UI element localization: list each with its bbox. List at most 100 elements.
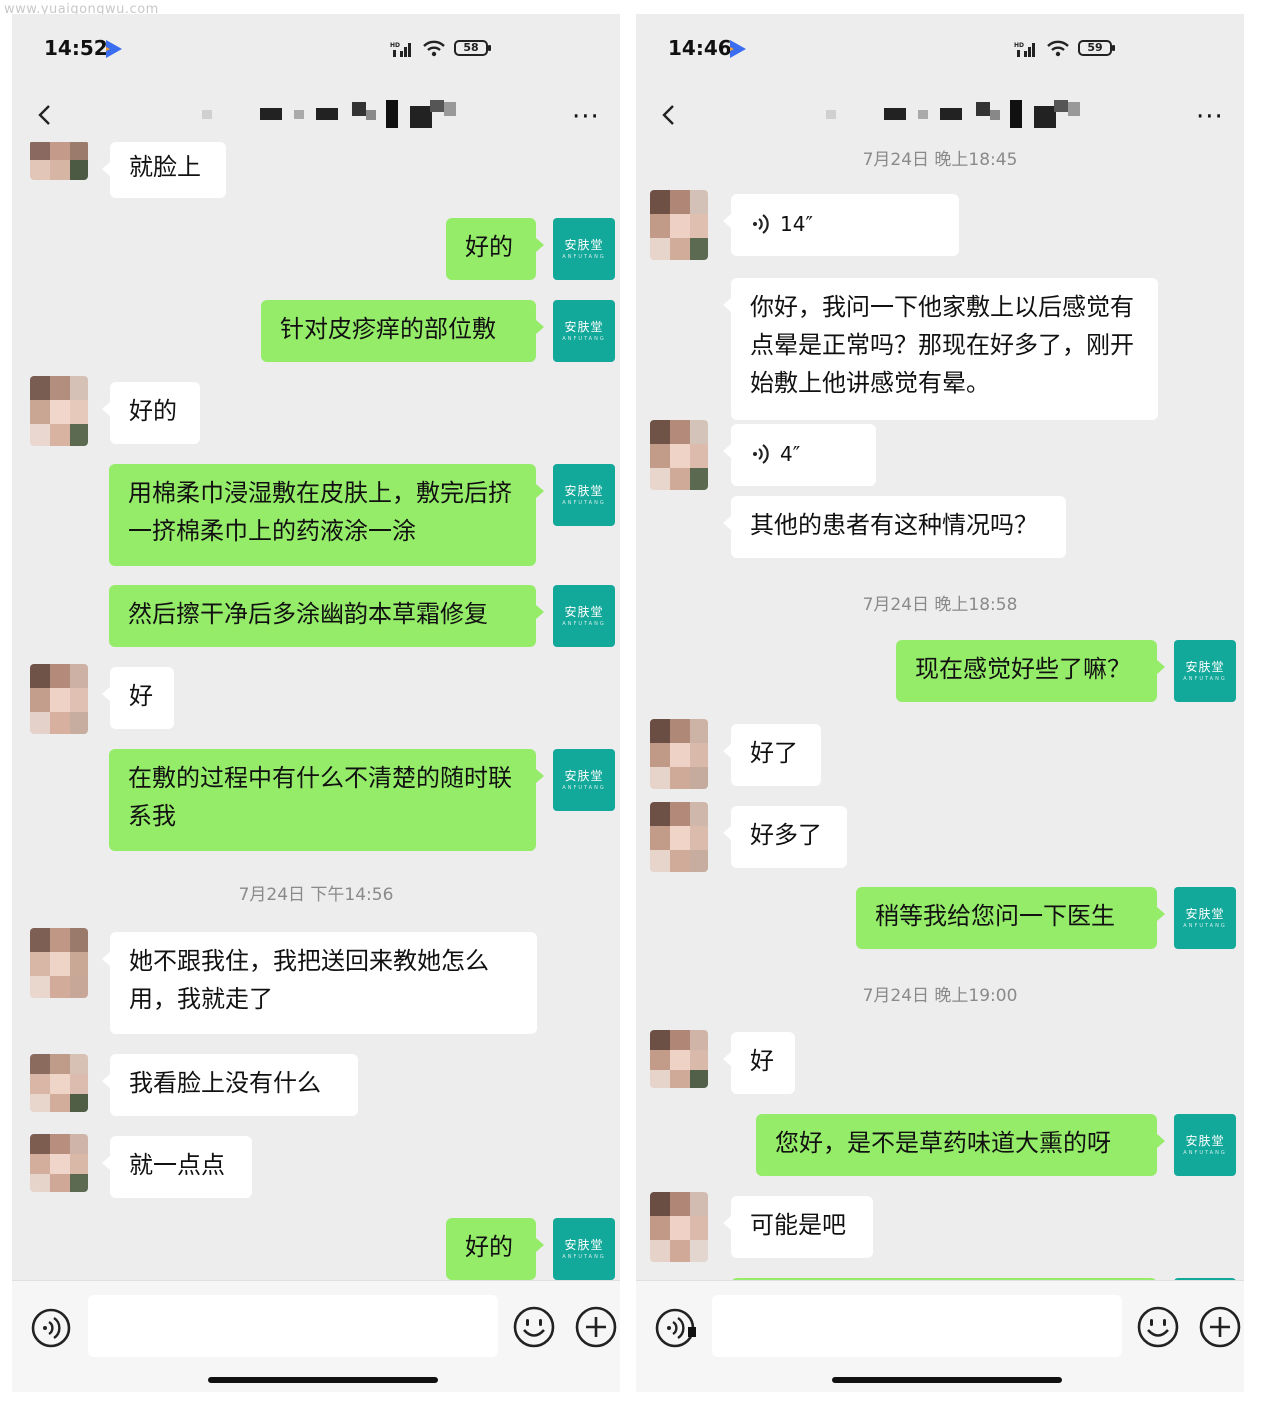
brand-logo-subtext: ANFUTANG xyxy=(1183,1150,1227,1156)
brand-logo-text: 安肤堂 xyxy=(564,320,604,334)
battery-icon: 58 xyxy=(454,40,491,56)
signal-icon: HD xyxy=(390,42,411,57)
voice-play-icon xyxy=(753,214,769,234)
input-bar xyxy=(12,1280,620,1392)
message-bubble-outgoing[interactable]: 现在感觉好些了嘛？ xyxy=(896,640,1165,702)
status-time: 14:52 xyxy=(44,36,108,60)
voice-message-bubble[interactable]: 4″ xyxy=(723,424,876,486)
contact-avatar[interactable] xyxy=(30,928,88,998)
brand-avatar[interactable]: 安肤堂 ANFUTANG xyxy=(1174,1114,1236,1176)
home-indicator[interactable] xyxy=(832,1377,1062,1383)
video-app-icon xyxy=(106,40,122,58)
message-bubble-outgoing[interactable]: 好的 xyxy=(446,1218,544,1280)
contact-avatar[interactable] xyxy=(30,1054,88,1112)
home-indicator[interactable] xyxy=(208,1377,438,1383)
message-bubble-outgoing[interactable]: 用棉柔巾浸湿敷在皮肤上，敷完后挤一挤棉柔巾上的药液涂一涂 xyxy=(109,464,544,566)
brand-avatar[interactable]: 安肤堂 ANFUTANG xyxy=(553,585,615,647)
voice-duration: 14″ xyxy=(780,212,813,236)
contact-avatar[interactable] xyxy=(650,802,708,872)
message-bubble-outgoing[interactable]: 然后擦干净后多涂幽韵本草霜修复 xyxy=(109,585,544,647)
brand-logo-subtext: ANFUTANG xyxy=(562,621,606,627)
message-bubble-incoming[interactable]: 我看脸上没有什么 xyxy=(102,1054,358,1116)
brand-logo-subtext: ANFUTANG xyxy=(1183,676,1227,682)
brand-logo-subtext: ANFUTANG xyxy=(562,1254,606,1260)
more-options-icon[interactable]: ··· xyxy=(572,104,600,130)
network-type-label: HD xyxy=(390,42,400,49)
emoji-icon[interactable] xyxy=(1136,1305,1180,1349)
brand-avatar[interactable]: 安肤堂 ANFUTANG xyxy=(1174,640,1236,702)
emoji-icon[interactable] xyxy=(512,1305,556,1349)
plus-icon[interactable] xyxy=(1198,1305,1242,1349)
message-input[interactable] xyxy=(712,1295,1122,1357)
message-bubble-incoming[interactable]: 好了 xyxy=(723,724,821,786)
back-icon[interactable] xyxy=(34,104,56,126)
message-bubble-incoming[interactable]: 好 xyxy=(723,1032,795,1094)
brand-logo-subtext: ANFUTANG xyxy=(562,500,606,506)
contact-avatar[interactable] xyxy=(30,376,88,446)
input-bar xyxy=(636,1280,1244,1392)
message-bubble-outgoing[interactable]: 好的 xyxy=(446,218,544,280)
voice-message-bubble[interactable]: 14″ xyxy=(723,194,959,256)
video-app-icon xyxy=(730,40,746,58)
contact-avatar[interactable] xyxy=(30,664,88,734)
brand-logo-text: 安肤堂 xyxy=(564,605,604,619)
more-options-icon[interactable]: ··· xyxy=(1196,104,1224,130)
timestamp: 7月24日 晚上19:00 xyxy=(862,986,1018,1006)
contact-avatar[interactable] xyxy=(30,142,88,180)
brand-logo-text: 安肤堂 xyxy=(564,1238,604,1252)
wifi-icon xyxy=(423,40,445,57)
voice-duration: 4″ xyxy=(780,442,801,466)
message-list: 7月24日 晚上18:45 14″ 你好，我问一下他家敷上以后感觉有点晕是正常吗… xyxy=(636,142,1244,1280)
message-bubble-incoming[interactable]: 就一点点 xyxy=(102,1136,252,1198)
brand-logo-text: 安肤堂 xyxy=(1185,1134,1225,1148)
voice-input-icon[interactable] xyxy=(654,1307,696,1349)
contact-avatar[interactable] xyxy=(650,1030,708,1088)
contact-avatar[interactable] xyxy=(650,1192,708,1262)
chat-screen-left: 14:52 HD 58 ··· 就脸上 好的 安肤堂 ANFUTANG 针对皮疹… xyxy=(12,14,620,1392)
network-type-label: HD xyxy=(1014,42,1024,49)
contact-avatar[interactable] xyxy=(650,719,708,789)
brand-avatar[interactable]: 安肤堂 ANFUTANG xyxy=(553,218,615,280)
plus-icon[interactable] xyxy=(574,1305,618,1349)
message-bubble-incoming[interactable]: 好多了 xyxy=(723,806,847,868)
status-bar: 14:46 HD 59 xyxy=(636,14,1244,86)
chat-header: ··· xyxy=(636,86,1244,142)
voice-input-icon[interactable] xyxy=(30,1307,72,1349)
message-bubble-incoming[interactable]: 好 xyxy=(102,667,174,729)
message-bubble-incoming[interactable]: 其他的患者有这种情况吗？ xyxy=(723,496,1066,558)
brand-logo-subtext: ANFUTANG xyxy=(1183,923,1227,929)
contact-avatar[interactable] xyxy=(650,420,708,490)
contact-avatar[interactable] xyxy=(650,190,708,260)
message-bubble-incoming[interactable]: 她不跟我住，我把送回来教她怎么用，我就走了 xyxy=(102,932,537,1034)
brand-avatar[interactable]: 安肤堂 ANFUTANG xyxy=(553,464,615,526)
brand-logo-text: 安肤堂 xyxy=(1185,907,1225,921)
message-bubble-outgoing[interactable]: 针对皮疹痒的部位敷 xyxy=(261,300,544,362)
message-bubble-outgoing[interactable]: 您好，是不是草药味道大熏的呀 xyxy=(756,1114,1165,1176)
message-input[interactable] xyxy=(88,1295,498,1357)
back-icon[interactable] xyxy=(658,104,680,126)
timestamp: 7月24日 晚上18:45 xyxy=(862,150,1018,170)
status-bar: 14:52 HD 58 xyxy=(12,14,620,86)
message-bubble-incoming[interactable]: 就脸上 xyxy=(102,142,226,198)
message-bubble-outgoing[interactable]: 在敷的过程中有什么不清楚的随时联系我 xyxy=(109,749,544,851)
signal-icon: HD xyxy=(1014,42,1035,57)
timestamp: 7月24日 下午14:56 xyxy=(238,885,394,905)
battery-icon: 59 xyxy=(1078,40,1115,56)
message-bubble-outgoing[interactable]: 稍等我给您问一下医生 xyxy=(856,887,1165,949)
brand-avatar[interactable]: 安肤堂 ANFUTANG xyxy=(553,300,615,362)
brand-avatar[interactable]: 安肤堂 ANFUTANG xyxy=(553,749,615,811)
chat-header: ··· xyxy=(12,86,620,142)
brand-avatar[interactable]: 安肤堂 ANFUTANG xyxy=(1174,887,1236,949)
brand-avatar[interactable]: 安肤堂 ANFUTANG xyxy=(553,1218,615,1280)
brand-logo-text: 安肤堂 xyxy=(1185,660,1225,674)
message-bubble-incoming[interactable]: 你好，我问一下他家敷上以后感觉有点晕是正常吗？那现在好多了，刚开始敷上他讲感觉有… xyxy=(723,278,1158,420)
contact-name-redacted xyxy=(202,100,456,128)
voice-play-icon xyxy=(753,444,769,464)
brand-logo-text: 安肤堂 xyxy=(564,238,604,252)
contact-avatar[interactable] xyxy=(30,1134,88,1192)
message-bubble-incoming[interactable]: 可能是吧 xyxy=(723,1196,873,1258)
message-bubble-incoming[interactable]: 好的 xyxy=(102,382,200,444)
wifi-icon xyxy=(1047,40,1069,57)
brand-logo-text: 安肤堂 xyxy=(564,769,604,783)
brand-logo-subtext: ANFUTANG xyxy=(562,336,606,342)
